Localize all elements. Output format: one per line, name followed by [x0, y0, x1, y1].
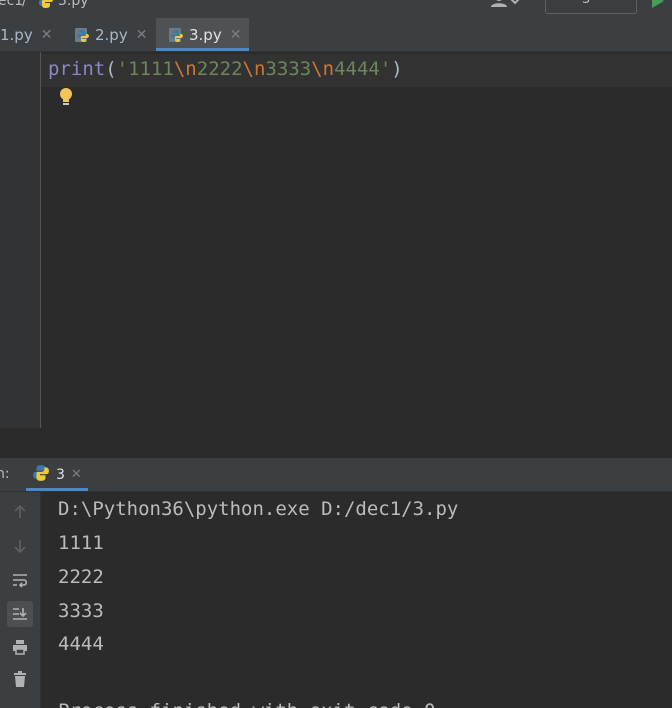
tab-label: 3.py: [189, 25, 222, 44]
run-tab-3[interactable]: 3 ✕: [26, 458, 88, 491]
code-line[interactable]: print('1111\n2222\n3333\n4444'): [48, 58, 403, 80]
code-builtin: print: [48, 58, 106, 80]
active-tab-indicator: [26, 488, 88, 491]
chevron-down-icon: ▼: [614, 0, 622, 2]
code-escape: \n: [173, 58, 197, 80]
close-icon[interactable]: ✕: [41, 27, 53, 43]
tab-1-py[interactable]: 1.py ✕: [0, 18, 52, 51]
editor-gutter[interactable]: [0, 52, 41, 428]
code-escape: \n: [242, 58, 266, 80]
run-configuration-label: 3: [582, 0, 590, 7]
breadcrumb-file[interactable]: 3.py: [58, 0, 89, 9]
editor-tab-bar: 1.py ✕ 2.py ✕ 3.py ✕: [0, 18, 672, 52]
lightbulb-icon[interactable]: [58, 87, 74, 111]
print-icon[interactable]: [7, 634, 33, 660]
panel-splitter[interactable]: [0, 428, 672, 458]
breadcrumb-project[interactable]: ec1: [0, 0, 23, 9]
close-icon[interactable]: ✕: [230, 27, 242, 43]
tab-label: 2.py: [95, 25, 128, 44]
code-string: 3333: [265, 58, 312, 80]
run-window-label: n:: [0, 466, 10, 482]
breadcrumb-separator: /: [22, 0, 27, 9]
run-toolbar: [0, 492, 41, 708]
navigation-bar: ec1 / 3.py 3 ▼: [0, 0, 672, 18]
arrow-up-icon[interactable]: [7, 499, 33, 525]
run-tab-label: 3: [56, 466, 65, 483]
code-escape: \n: [311, 58, 335, 80]
python-icon: [32, 464, 50, 486]
code-editor[interactable]: [41, 52, 672, 428]
python-file-icon: [38, 0, 54, 13]
code-string: 4444': [334, 58, 392, 80]
console-line: Process finished with exit code 0: [58, 700, 436, 708]
arrow-down-icon[interactable]: [7, 533, 33, 559]
console-line: 1111: [58, 532, 104, 554]
trash-icon[interactable]: [7, 666, 33, 692]
scroll-to-end-icon[interactable]: [7, 601, 33, 627]
python-file-icon: [74, 27, 90, 43]
console-line: 4444: [58, 633, 104, 655]
console-line: 3333: [58, 600, 104, 622]
run-icon[interactable]: [650, 0, 666, 13]
tab-3-py[interactable]: 3.py ✕: [156, 18, 249, 51]
run-tool-window-header: n: 3 ✕: [0, 458, 672, 492]
code-string: 2222: [196, 58, 243, 80]
code-paren: (: [105, 58, 117, 80]
close-icon[interactable]: ✕: [136, 27, 148, 43]
user-icon[interactable]: [490, 0, 520, 13]
run-configuration-selector[interactable]: 3 ▼: [545, 0, 637, 14]
code-string: '1111: [116, 58, 174, 80]
run-console[interactable]: D:\Python36\python.exe D:/dec1/3.py 1111…: [41, 492, 672, 708]
tab-label: 1.py: [0, 25, 33, 44]
active-tab-indicator: [156, 48, 249, 51]
close-icon[interactable]: ✕: [71, 467, 82, 482]
console-line: D:\Python36\python.exe D:/dec1/3.py: [58, 498, 459, 520]
python-file-icon: [168, 27, 184, 43]
code-paren: ): [391, 58, 403, 80]
tab-2-py[interactable]: 2.py ✕: [74, 18, 147, 51]
console-line: 2222: [58, 566, 104, 588]
soft-wrap-icon[interactable]: [7, 567, 33, 593]
